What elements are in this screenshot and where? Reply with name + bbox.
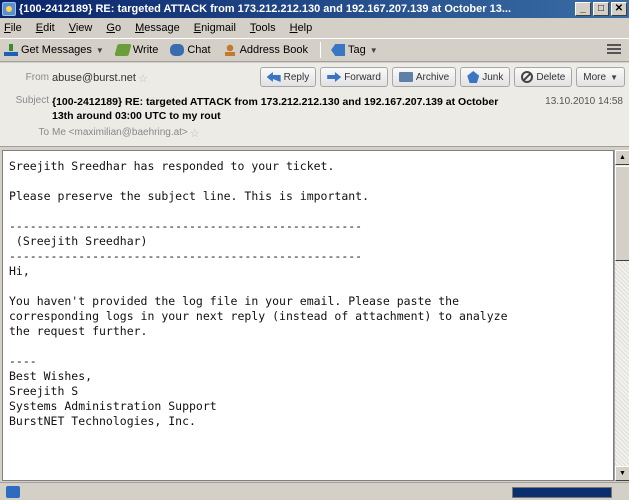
menu-enigmail[interactable]: Enigmail: [194, 22, 236, 34]
chevron-down-icon[interactable]: ▼: [96, 46, 104, 55]
address-book-label: Address Book: [239, 44, 309, 56]
app-menu-icon[interactable]: [607, 43, 621, 55]
star-icon[interactable]: ☆: [138, 72, 148, 85]
address-book-button[interactable]: Address Book: [222, 44, 309, 56]
header-actions: Reply Forward Archive Junk Delete More ▼: [259, 67, 625, 87]
from-label: From: [25, 72, 49, 83]
to-address[interactable]: Me <maximilian@baehring.at>: [52, 127, 188, 138]
close-button[interactable]: ✕: [611, 2, 627, 16]
maximize-button[interactable]: □: [593, 2, 609, 16]
delete-button[interactable]: Delete: [514, 67, 573, 87]
chevron-down-icon: ▼: [610, 72, 618, 82]
main-toolbar: Get Messages ▼ Write Chat Address Book T…: [0, 38, 629, 62]
junk-button[interactable]: Junk: [460, 67, 511, 87]
get-messages-button[interactable]: Get Messages ▼: [4, 44, 104, 56]
online-status-icon[interactable]: [6, 486, 20, 498]
to-row: To Me <maximilian@baehring.at> ☆: [0, 127, 200, 140]
from-address[interactable]: abuse@burst.net: [52, 72, 136, 84]
junk-icon: [467, 71, 480, 83]
menu-message[interactable]: Message: [135, 22, 180, 34]
write-button[interactable]: Write: [114, 44, 159, 56]
more-label: More: [583, 71, 607, 83]
tag-icon: [331, 44, 346, 56]
menu-bar: File Edit View Go Message Enigmail Tools…: [0, 19, 629, 37]
pencil-icon: [114, 44, 132, 56]
scroll-up-icon[interactable]: ▲: [615, 150, 629, 165]
forward-label: Forward: [344, 71, 381, 83]
person-icon: [222, 44, 237, 56]
forward-button[interactable]: Forward: [320, 67, 388, 87]
download-icon: [4, 44, 18, 56]
junk-label: Junk: [482, 71, 504, 83]
subject-label: Subject: [15, 95, 49, 106]
get-messages-label: Get Messages: [21, 44, 92, 56]
chat-button[interactable]: Chat: [170, 44, 211, 56]
reply-icon: [266, 72, 281, 82]
chevron-down-icon: ▼: [369, 45, 378, 55]
menu-help[interactable]: Help: [290, 22, 313, 34]
scroll-down-icon[interactable]: ▼: [615, 466, 629, 481]
chat-label: Chat: [187, 44, 211, 56]
title-bar: {100-2412189} RE: targeted ATTACK from 1…: [0, 0, 629, 18]
menu-edit[interactable]: Edit: [36, 22, 55, 34]
reply-label: Reply: [283, 71, 310, 83]
chat-bubble-icon: [170, 44, 185, 56]
write-label: Write: [132, 44, 159, 56]
star-icon[interactable]: ☆: [190, 127, 200, 140]
reply-button[interactable]: Reply: [259, 67, 317, 87]
delete-label: Delete: [536, 71, 566, 83]
subject-row: Subject {100-2412189} RE: targeted ATTAC…: [0, 95, 522, 123]
scroll-thumb[interactable]: [615, 166, 629, 261]
archive-label: Archive: [415, 71, 450, 83]
tag-label: Tag: [348, 44, 366, 56]
message-header: From abuse@burst.net ☆ Reply Forward Arc…: [0, 63, 629, 147]
minimize-button[interactable]: _: [575, 2, 591, 16]
tag-button[interactable]: Tag ▼: [331, 44, 378, 56]
message-text: Sreejith Sreedhar has responded to your …: [9, 159, 508, 428]
menu-view[interactable]: View: [69, 22, 93, 34]
more-button[interactable]: More ▼: [576, 67, 625, 87]
menu-tools[interactable]: Tools: [250, 22, 276, 34]
to-label: To: [38, 127, 49, 138]
menu-file[interactable]: File: [4, 22, 22, 34]
forward-icon: [327, 72, 342, 82]
archive-button[interactable]: Archive: [391, 67, 457, 87]
archive-icon: [398, 72, 413, 82]
message-date: 13.10.2010 14:58: [545, 96, 623, 107]
subject-text: {100-2412189} RE: targeted ATTACK from 1…: [52, 96, 499, 122]
toolbar-separator: [320, 42, 322, 58]
progress-bar: [512, 487, 612, 498]
delete-icon: [521, 71, 534, 83]
message-scrollbar[interactable]: ▲ ▼: [614, 150, 629, 481]
window-title: {100-2412189} RE: targeted ATTACK from 1…: [19, 3, 511, 15]
thunderbird-icon: [2, 2, 16, 16]
status-bar: [0, 482, 629, 500]
message-body[interactable]: Sreejith Sreedhar has responded to your …: [2, 150, 614, 481]
from-row: From abuse@burst.net ☆: [0, 72, 148, 85]
menu-go[interactable]: Go: [106, 22, 121, 34]
